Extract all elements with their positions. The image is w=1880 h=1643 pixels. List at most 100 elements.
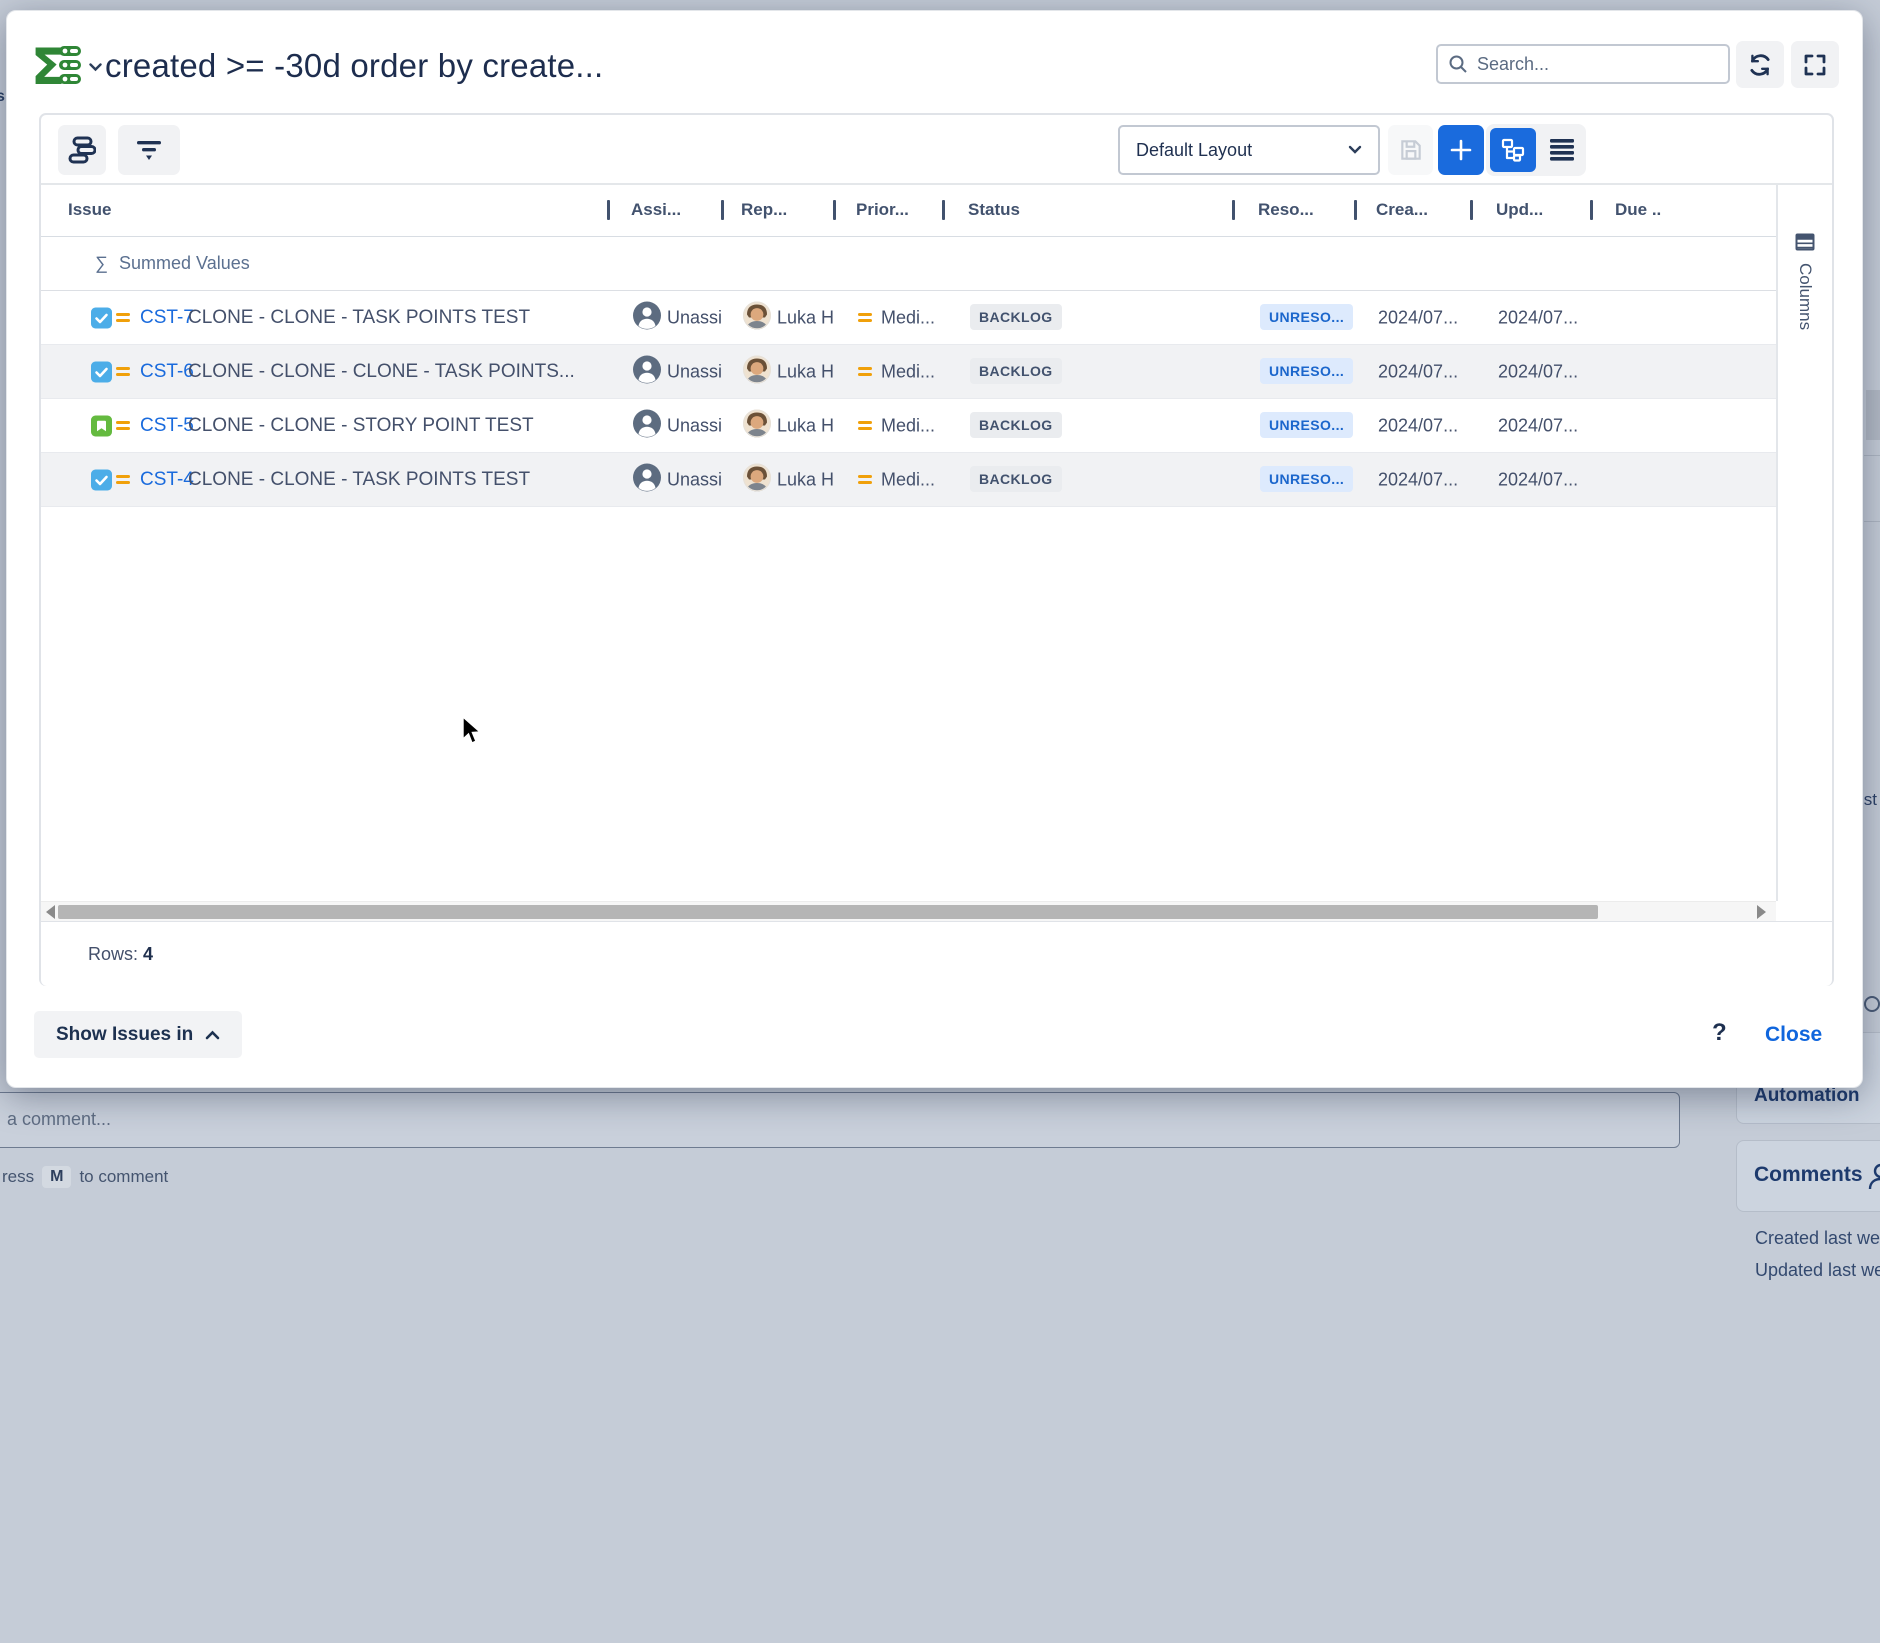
reporter-avatar <box>743 463 771 496</box>
comment-placeholder: a comment... <box>7 1109 111 1130</box>
table-body: CST-7 CLONE - CLONE - TASK POINTS TEST U… <box>41 291 1776 507</box>
scroll-left-arrow[interactable] <box>46 905 55 919</box>
list-view-icon <box>1548 137 1576 163</box>
unassigned-avatar-icon <box>633 355 661 388</box>
reporter-name: Luka Hu <box>777 361 833 382</box>
show-issues-in-button[interactable]: Show Issues in <box>34 1011 242 1058</box>
horizontal-scrollbar[interactable] <box>41 901 1776 921</box>
column-header-updated[interactable]: Upd... <box>1496 200 1543 220</box>
table-columns-icon <box>1795 233 1815 251</box>
story-icon <box>91 415 112 436</box>
tree-view-button[interactable] <box>1490 128 1536 172</box>
table-row[interactable]: CST-6 CLONE - CLONE - CLONE - TASK POINT… <box>41 345 1776 399</box>
columns-tab[interactable]: Columns <box>1778 233 1832 330</box>
updated-date: 2024/07... <box>1498 469 1578 490</box>
priority-icon <box>858 313 872 323</box>
column-header-status[interactable]: Status <box>968 200 1020 220</box>
issue-summary: CLONE - CLONE - CLONE - TASK POINTS... <box>188 361 575 383</box>
status-badge: BACKLOG <box>970 309 1062 327</box>
scroll-right-arrow[interactable] <box>1757 905 1766 919</box>
issue-key-link[interactable]: CST-6 <box>140 361 194 383</box>
column-resize-handle[interactable] <box>721 200 724 220</box>
background-text-fragment: s <box>0 88 5 106</box>
list-view-button[interactable] <box>1542 128 1582 172</box>
issue-summary: CLONE - CLONE - TASK POINTS TEST <box>188 307 530 329</box>
column-header-due[interactable]: Due .. <box>1615 200 1661 220</box>
table-row[interactable]: CST-5 CLONE - CLONE - STORY POINT TEST U… <box>41 399 1776 453</box>
refresh-icon <box>1747 52 1773 78</box>
column-header-priority[interactable]: Prior... <box>856 200 909 220</box>
task-icon <box>91 307 112 328</box>
layout-select[interactable]: Default Layout <box>1118 125 1380 175</box>
created-date: 2024/07... <box>1378 469 1458 490</box>
background-chip-fragment <box>1866 390 1880 440</box>
reporter-avatar <box>743 355 771 388</box>
background-divider <box>1864 521 1880 522</box>
structure-app-logo[interactable]: Σ <box>33 41 85 91</box>
people-icon <box>1865 1161 1880 1191</box>
summed-values-label: Summed Values <box>119 253 250 274</box>
comments-title: Comments <box>1754 1163 1863 1187</box>
query-title: created >= -30d order by create... <box>105 47 603 85</box>
priority-value: Medi... <box>881 361 935 382</box>
fullscreen-button[interactable] <box>1791 41 1839 88</box>
automation-title: Automation <box>1754 1085 1860 1107</box>
column-resize-handle[interactable] <box>1470 200 1473 220</box>
column-resize-handle[interactable] <box>833 200 836 220</box>
column-resize-handle[interactable] <box>1354 200 1357 220</box>
created-date: 2024/07... <box>1378 307 1458 328</box>
chevron-down-icon <box>1348 145 1362 155</box>
priority-icon <box>116 367 130 377</box>
add-issue-button[interactable] <box>1438 125 1484 175</box>
table-toolbar: Default Layout <box>41 115 1832 185</box>
table-row[interactable]: CST-4 CLONE - CLONE - TASK POINTS TEST U… <box>41 453 1776 507</box>
status-badge: BACKLOG <box>970 471 1062 489</box>
plus-icon <box>1450 139 1472 161</box>
column-resize-handle[interactable] <box>1232 200 1235 220</box>
grouping-button[interactable] <box>58 125 106 175</box>
reporter-name: Luka Hu <box>777 469 833 490</box>
priority-icon <box>858 475 872 485</box>
filter-button[interactable] <box>118 125 180 175</box>
resolution-badge: UNRESO... <box>1260 471 1353 489</box>
search-box <box>1436 44 1730 84</box>
column-header-resolution[interactable]: Reso... <box>1258 200 1314 220</box>
column-header-issue[interactable]: Issue <box>68 200 111 220</box>
column-header-assignee[interactable]: Assi... <box>631 200 681 220</box>
created-date: 2024/07... <box>1378 361 1458 382</box>
created-info: Created last wee <box>1755 1228 1880 1249</box>
column-resize-handle[interactable] <box>607 200 610 220</box>
assignee-name: Unassigned <box>667 415 721 436</box>
scrollbar-thumb[interactable] <box>58 905 1598 919</box>
column-resize-handle[interactable] <box>942 200 945 220</box>
unassigned-avatar-icon <box>633 463 661 496</box>
close-button[interactable]: Close <box>1765 1023 1822 1047</box>
refresh-button[interactable] <box>1736 41 1784 88</box>
issue-key-link[interactable]: CST-4 <box>140 469 194 491</box>
filter-icon <box>135 138 163 162</box>
priority-value: Medi... <box>881 307 935 328</box>
column-header-created[interactable]: Crea... <box>1376 200 1428 220</box>
save-layout-button[interactable] <box>1388 125 1433 175</box>
column-header-reporter[interactable]: Rep... <box>741 200 787 220</box>
chevron-down-icon[interactable] <box>89 63 102 72</box>
table-row[interactable]: CST-7 CLONE - CLONE - TASK POINTS TEST U… <box>41 291 1776 345</box>
issue-key-link[interactable]: CST-5 <box>140 415 194 437</box>
rows-count-bar: Rows: 4 <box>41 921 1832 986</box>
reporter-avatar <box>743 409 771 442</box>
sigma-icon: ∑ <box>95 253 108 274</box>
comment-input: a comment... <box>0 1092 1680 1148</box>
search-input[interactable] <box>1477 54 1697 75</box>
task-icon <box>91 469 112 490</box>
search-icon <box>1448 54 1468 74</box>
assignee-name: Unassigned <box>667 469 721 490</box>
issue-type-icon <box>91 307 112 328</box>
resolution-badge: UNRESO... <box>1260 417 1353 435</box>
assignee-name: Unassigned <box>667 361 721 382</box>
updated-info: Updated last we <box>1755 1260 1880 1281</box>
status-badge: BACKLOG <box>970 363 1062 381</box>
priority-icon <box>858 421 872 431</box>
column-resize-handle[interactable] <box>1590 200 1593 220</box>
help-button[interactable]: ? <box>1712 1019 1727 1047</box>
issue-key-link[interactable]: CST-7 <box>140 307 194 329</box>
